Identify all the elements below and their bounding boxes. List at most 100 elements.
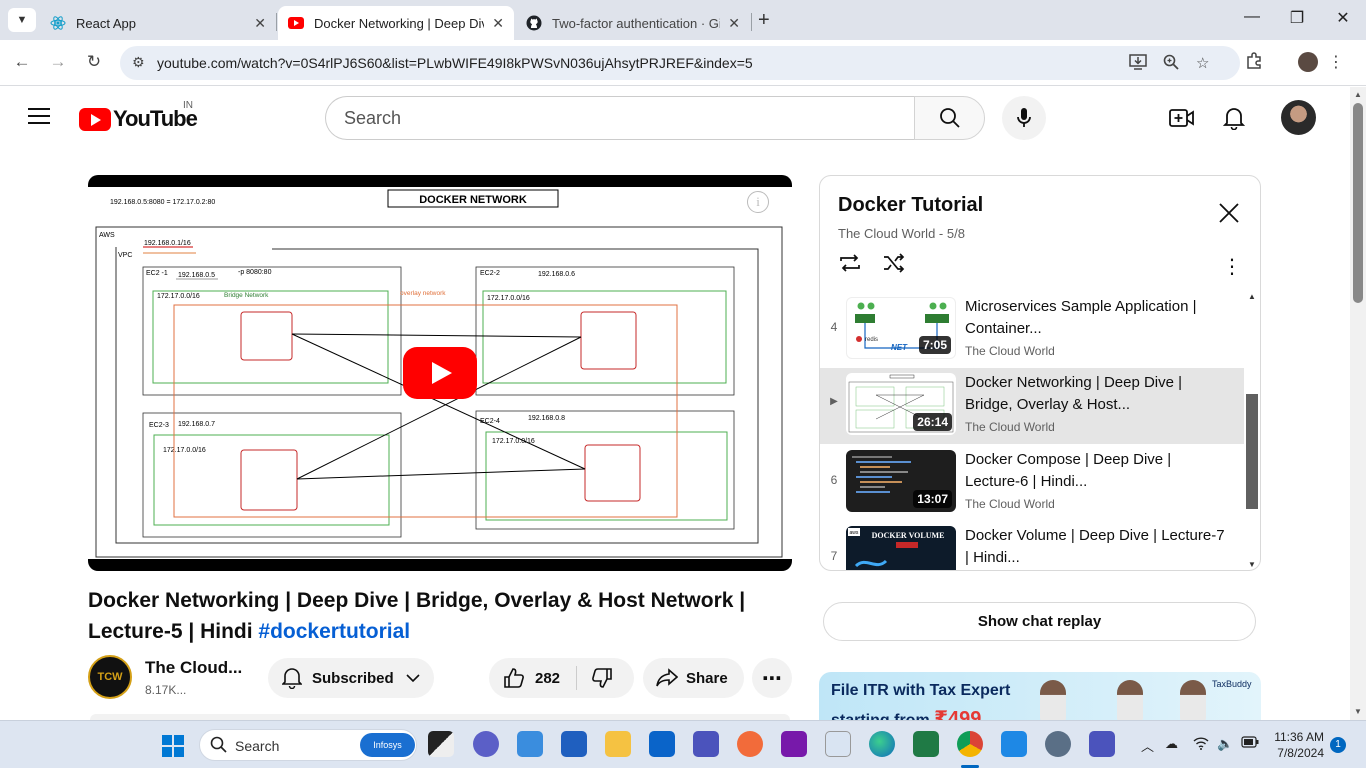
excel-icon[interactable]	[913, 731, 939, 757]
address-bar[interactable]: ⚙ youtube.com/watch?v=0S4rlPJ6S60&list=P…	[120, 46, 1240, 80]
create-video-icon[interactable]	[1169, 105, 1195, 131]
playlist-item-channel: The Cloud World	[965, 344, 1055, 358]
teams-chat-icon[interactable]	[473, 731, 499, 757]
slide-bridge: Bridge Network	[224, 292, 269, 299]
youtube-logo[interactable]: YouTube	[79, 106, 198, 132]
volume-icon[interactable]: 🔈	[1217, 736, 1233, 752]
forward-icon[interactable]: →	[47, 52, 69, 72]
shuffle-icon[interactable]	[882, 252, 906, 279]
scroll-down-icon[interactable]: ▼	[1248, 560, 1256, 569]
search-box	[325, 96, 915, 140]
settings-gear-icon[interactable]	[1045, 731, 1071, 757]
tab-search-button[interactable]: ▼	[8, 8, 36, 32]
video-player[interactable]: DOCKER NETWORK 192.168.0.5:8080 = 172.17…	[88, 175, 792, 571]
vscode-icon[interactable]	[1001, 731, 1027, 757]
subscribed-button[interactable]: Subscribed	[268, 658, 434, 698]
teams-new-icon[interactable]	[1089, 731, 1115, 757]
show-chat-replay-button[interactable]: Show chat replay	[823, 602, 1256, 641]
close-icon[interactable]: ✕	[492, 15, 504, 32]
tab-react-app[interactable]: React App ✕	[40, 6, 276, 40]
url-text[interactable]: youtube.com/watch?v=0S4rlPJ6S60&list=PLw…	[157, 55, 753, 71]
task-view-icon[interactable]	[428, 731, 454, 757]
search-input[interactable]	[326, 97, 915, 139]
sponsored-ad-banner[interactable]: File ITR with Tax Expert starting from ₹…	[819, 672, 1261, 722]
outlook-icon[interactable]	[649, 731, 675, 757]
dislike-button[interactable]	[591, 667, 613, 689]
snipping-tool-icon[interactable]	[825, 731, 851, 757]
browser-profile-avatar[interactable]	[1298, 52, 1318, 72]
scroll-down-icon[interactable]: ▼	[1354, 707, 1362, 716]
scroll-up-icon[interactable]: ▲	[1354, 90, 1362, 99]
play-button[interactable]	[403, 347, 477, 399]
playlist-more-icon[interactable]: ⋮	[1222, 254, 1242, 279]
ad-person-image	[1040, 680, 1066, 722]
windows-start-icon[interactable]	[162, 735, 184, 757]
pen-app-icon[interactable]	[737, 731, 763, 757]
search-button[interactable]	[914, 96, 985, 140]
microsoft-store-icon[interactable]	[561, 731, 587, 757]
onenote-icon[interactable]	[781, 731, 807, 757]
file-explorer-icon[interactable]	[605, 731, 631, 757]
page-scroll-thumb[interactable]	[1353, 103, 1363, 303]
playlist-item-current[interactable]: ▶ 26:14 Docker Networking | Deep Dive | …	[820, 368, 1244, 444]
restore-icon[interactable]: ❐	[1285, 8, 1309, 28]
loop-icon[interactable]	[838, 252, 862, 279]
ad-line-1: File ITR with Tax Expert	[831, 682, 1011, 699]
voice-search-button[interactable]	[1002, 96, 1046, 140]
chrome-icon[interactable]	[957, 731, 983, 757]
close-icon[interactable]: ✕	[254, 15, 266, 32]
remote-desktop-icon[interactable]	[517, 731, 543, 757]
slide-ec2-3-ip: 192.168.0.7	[178, 421, 215, 428]
channel-logo-text: TCW	[97, 671, 123, 683]
install-app-icon[interactable]	[1129, 54, 1147, 74]
playlist-scroll-thumb[interactable]	[1246, 394, 1258, 509]
close-icon[interactable]: ✕	[728, 15, 740, 32]
share-button[interactable]: Share	[643, 658, 744, 698]
hashtag-link[interactable]: #dockertutorial	[258, 620, 410, 643]
close-playlist-icon[interactable]	[1218, 202, 1240, 229]
slide-ec2-3: EC2-3	[149, 422, 169, 429]
channel-avatar[interactable]: TCW	[88, 655, 132, 699]
zoom-icon[interactable]	[1163, 54, 1179, 74]
hamburger-menu-icon[interactable]	[28, 108, 50, 126]
notifications-bell-icon[interactable]	[1221, 105, 1247, 131]
video-duration: 26:14	[913, 413, 952, 431]
battery-icon[interactable]	[1241, 736, 1259, 751]
scroll-up-icon[interactable]: ▲	[1248, 292, 1256, 301]
system-clock[interactable]: 11:36 AM 7/8/2024	[1272, 729, 1324, 761]
playlist-title[interactable]: Docker Tutorial	[838, 194, 983, 217]
site-info-icon[interactable]: ⚙	[132, 54, 145, 71]
reload-icon[interactable]: ↻	[83, 52, 105, 72]
channel-name[interactable]: The Cloud...	[145, 658, 242, 678]
wifi-icon[interactable]	[1193, 736, 1209, 753]
user-avatar[interactable]	[1281, 100, 1316, 135]
more-actions-button[interactable]: ⋯	[752, 658, 792, 698]
now-playing-icon: ▶	[830, 396, 838, 407]
extensions-icon[interactable]	[1245, 52, 1263, 75]
youtube-icon	[288, 15, 304, 31]
notification-count-badge[interactable]: 1	[1330, 737, 1346, 753]
page-scrollbar[interactable]: ▲ ▼	[1350, 87, 1366, 720]
edge-icon[interactable]	[869, 731, 895, 757]
playlist-item[interactable]: 6 13:07 Docker Compose | Deep Dive | Lec…	[820, 445, 1244, 521]
slide-vpc: VPC	[118, 252, 132, 259]
minimize-icon[interactable]: —	[1240, 8, 1264, 26]
info-icon[interactable]: i	[747, 191, 769, 213]
playlist-item[interactable]: 7 aws DOCKER VOLUME Docker Volume | Deep…	[820, 521, 1244, 570]
new-tab-icon[interactable]: +	[758, 9, 770, 32]
slide-ec2-4-ip: 192.168.0.8	[528, 415, 565, 422]
cloud-sync-icon[interactable]: ☁	[1165, 736, 1178, 752]
tab-docker-networking[interactable]: Docker Networking | Deep Dive ✕	[278, 6, 514, 40]
window-close-icon[interactable]: ✕	[1331, 8, 1355, 28]
like-button[interactable]	[503, 667, 525, 689]
tab-two-factor[interactable]: Two-factor authentication · GitH ✕	[516, 6, 750, 40]
back-icon[interactable]: ←	[11, 52, 33, 72]
teams-icon[interactable]	[693, 731, 719, 757]
show-hidden-icons-chevron-icon[interactable]: ︿	[1141, 736, 1154, 755]
chrome-menu-icon[interactable]: ⋮	[1328, 52, 1344, 72]
chevron-down-icon	[406, 673, 420, 683]
bookmark-star-icon[interactable]: ☆	[1196, 54, 1209, 72]
taskbar-search-box[interactable]: Search Infosys	[199, 729, 417, 761]
playlist-item[interactable]: 4 redis NET 7:05 Microservices Sample Ap…	[820, 292, 1244, 368]
like-dislike-group: 282	[489, 658, 634, 698]
